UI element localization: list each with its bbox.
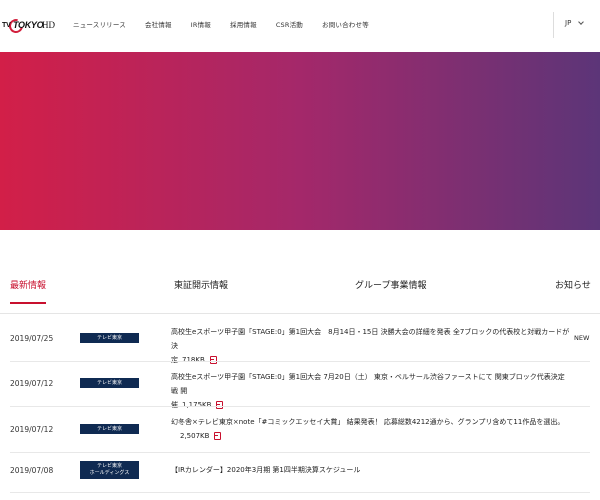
nav-csr[interactable]: CSR活動 — [276, 19, 303, 29]
logo-tokyo: TOKYO — [13, 20, 44, 30]
news-date: 2019/07/08 — [10, 466, 54, 475]
news-title-line2: 定 718KB — [171, 353, 571, 367]
news-title-line: 幻冬舎×テレビ東京×note「#コミックエッセイ大賞」 結果発表！ 応募総数42… — [171, 418, 565, 426]
tab-notices[interactable]: お知らせ — [555, 278, 591, 291]
row-divider — [10, 361, 590, 362]
language-divider — [553, 12, 554, 38]
logo-tv: TV — [2, 22, 11, 29]
file-size: 2,507KB — [180, 432, 210, 440]
hero-banner — [0, 52, 600, 230]
row-divider — [10, 492, 590, 493]
news-title[interactable]: 幻冬舎×テレビ東京×note「#コミックエッセイ大賞」 結果発表！ 応募総数42… — [171, 415, 571, 443]
news-title[interactable]: 【IRカレンダー】2020年3月期 第1四半期決算スケジュール — [171, 463, 571, 477]
nav-contact[interactable]: お問い合わせ等 — [322, 19, 369, 29]
news-date: 2019/07/25 — [10, 334, 54, 343]
tv-tokyo-hd-logo[interactable]: TV TOKYO HD — [2, 16, 58, 36]
row-divider — [10, 406, 590, 407]
pdf-icon[interactable] — [213, 431, 222, 440]
tabs-divider — [0, 313, 600, 314]
chevron-down-icon — [578, 18, 585, 25]
new-badge: NEW — [574, 334, 590, 342]
language-label: JP — [565, 19, 572, 27]
news-tabs: 最新情報 東証開示情報 グループ事業情報 お知らせ — [0, 270, 600, 314]
company-tag: テレビ東京 — [80, 333, 139, 343]
file-size: 1,175KB — [182, 401, 212, 409]
company-tag: テレビ東京 ホールディングス — [80, 461, 139, 479]
tab-group-business[interactable]: グループ事業情報 — [355, 278, 426, 291]
row-divider — [10, 452, 590, 453]
news-date: 2019/07/12 — [10, 425, 54, 434]
news-title-tail: 定 — [171, 356, 178, 364]
active-tab-indicator — [10, 302, 46, 304]
company-tag-label: テレビ東京 — [96, 463, 122, 469]
company-tag-label-sub: ホールディングス — [89, 470, 130, 476]
nav-recruit[interactable]: 採用情報 — [230, 19, 257, 29]
company-tag-label: テレビ東京 — [96, 334, 122, 341]
company-tag-label: テレビ東京 — [96, 379, 122, 386]
news-title-line2: 2,507KB — [171, 429, 571, 443]
file-size: 718KB — [182, 356, 205, 364]
nav-news-release[interactable]: ニュースリリース — [73, 19, 126, 29]
nav-ir-info[interactable]: IR情報 — [191, 19, 211, 29]
news-title-line: 高校生eスポーツ甲子園「STAGE:0」第1回大会 8月14日・15日 決勝大会… — [171, 328, 570, 350]
site-header: TV TOKYO HD ニュースリリース 会社情報 IR情報 採用情報 CSR活… — [0, 0, 600, 52]
company-tag: テレビ東京 — [80, 424, 139, 434]
news-title-line: 高校生eスポーツ甲子園「STAGE:0」第1回大会 7月20日（土） 東京・ベル… — [171, 373, 565, 395]
nav-company-info[interactable]: 会社情報 — [145, 19, 172, 29]
tab-latest[interactable]: 最新情報 — [10, 278, 46, 291]
main-nav: ニュースリリース 会社情報 IR情報 採用情報 CSR活動 お問い合わせ等 — [73, 19, 388, 29]
news-title-tail: 催 — [171, 401, 178, 409]
news-title-line: 【IRカレンダー】2020年3月期 第1四半期決算スケジュール — [171, 466, 361, 474]
tab-tse-disclosure[interactable]: 東証開示情報 — [174, 278, 228, 291]
language-selector[interactable]: JP — [565, 18, 585, 27]
company-tag-label: テレビ東京 — [96, 425, 122, 432]
news-date: 2019/07/12 — [10, 379, 54, 388]
company-tag: テレビ東京 — [80, 378, 139, 388]
logo-hd: HD — [42, 20, 55, 30]
news-title-line2: 催 1,175KB — [171, 398, 571, 412]
